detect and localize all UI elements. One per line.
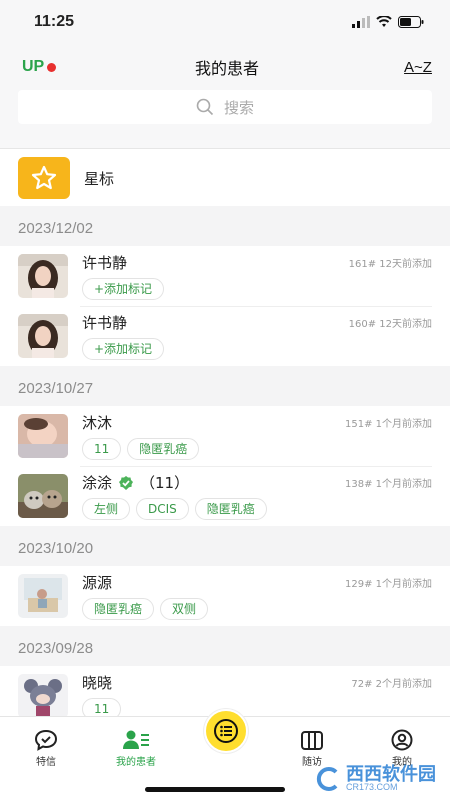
signal-icon [352,16,370,28]
tab-followup[interactable]: 随访 [282,729,342,768]
logo-dot-icon [47,62,57,72]
add-tag-button[interactable]: +添加标记 [82,278,165,300]
patient-tag[interactable]: 左侧 [82,498,131,520]
patient-tag[interactable]: 11 [82,438,122,460]
patient-count: （11） [140,474,190,492]
tab-label: 我的患者 [116,757,156,768]
star-tile [18,157,70,199]
patient-tag[interactable]: 双侧 [160,598,209,620]
avatar [18,474,68,518]
patient-row[interactable]: 许书静 +添加标记 160# 12天前添加 [0,306,450,366]
list-menu-icon [214,719,238,743]
patient-tag[interactable]: 隐匿乳癌 [194,498,267,520]
patient-tag[interactable]: 隐匿乳癌 [127,438,200,460]
patient-meta: 138# 1个月前添加 [344,479,432,490]
patient-name: 许书静 [82,254,128,272]
home-indicator [145,787,285,792]
center-menu-button[interactable] [204,709,248,753]
calendar-grid-icon [301,731,323,750]
group-date: 2023/10/27 [18,380,94,397]
watermark-brand: 西西软件园 [346,764,436,784]
watermark-logo-icon [316,766,338,791]
watermark: 西西软件园 CR173.COM [316,765,436,792]
starred-label: 星标 [84,169,115,188]
star-icon [31,165,57,190]
patient-row[interactable]: 源源 隐匿乳癌 双侧 129# 1个月前添加 [0,566,450,626]
patient-name: 许书静 [82,314,128,332]
patient-tag[interactable]: 11 [82,698,122,716]
search-input[interactable]: 搜索 [18,90,432,124]
group-date: 2023/10/20 [18,540,94,557]
search-placeholder: 搜索 [223,98,254,117]
patient-meta: 129# 1个月前添加 [344,579,432,590]
chat-check-icon [34,729,58,751]
tab-label: 特信 [36,757,56,768]
verified-check-icon [119,475,134,490]
patient-name: 晓晓 [82,674,113,692]
group-date: 2023/12/02 [18,220,94,237]
patient-meta: 72# 2个月前添加 [351,679,432,690]
logo-text: UP [22,58,45,75]
up-logo: UP [22,58,82,76]
search-area: 搜索 [0,90,450,148]
patients-list-icon [123,730,149,749]
starred-row[interactable]: 星标 [0,149,450,207]
add-tag-button[interactable]: +添加标记 [82,338,165,360]
avatar [18,414,68,458]
patient-tag[interactable]: 隐匿乳癌 [82,598,155,620]
patient-list[interactable]: 2023/12/02 许书静 +添加标记 161# 12天前添加 许书静 +添加… [0,206,450,716]
status-bar: 11:25 [0,0,450,44]
avatar [18,314,68,358]
group-date: 2023/09/28 [18,640,94,657]
profile-icon [391,729,413,751]
status-icons [352,16,424,28]
patient-meta: 160# 12天前添加 [348,319,432,330]
patient-row[interactable]: 沐沐 11 隐匿乳癌 151# 1个月前添加 [0,406,450,466]
patient-meta: 161# 12天前添加 [348,259,432,270]
watermark-site: CR173.COM [346,782,398,792]
avatar [18,674,68,716]
tab-messages[interactable]: 特信 [16,729,76,768]
battery-icon [398,16,424,28]
status-time: 11:25 [34,13,75,30]
page-title: 我的患者 [194,59,259,78]
patient-name: 涂涂 [82,474,113,492]
wifi-icon [376,16,392,27]
patient-row[interactable]: 涂涂 （11） 左侧 DCIS 隐匿乳癌 138# 1个月前添加 [0,466,450,526]
tab-bar: 特信 我的患者 随访 我的 西西软件园 CR173.COM [0,709,450,800]
patient-row[interactable]: 许书静 +添加标记 161# 12天前添加 [0,246,450,306]
avatar [18,574,68,618]
sort-az-button[interactable]: A~Z [372,59,432,76]
tab-profile[interactable]: 我的 [372,729,432,768]
tab-my-patients[interactable]: 我的患者 [106,729,166,768]
patient-meta: 151# 1个月前添加 [344,419,432,430]
header: UP 我的患者 A~Z [0,44,450,90]
patient-name: 源源 [82,574,113,592]
patient-name: 沐沐 [82,414,113,432]
avatar [18,254,68,298]
search-icon [196,98,214,116]
patient-tag[interactable]: DCIS [136,498,189,520]
